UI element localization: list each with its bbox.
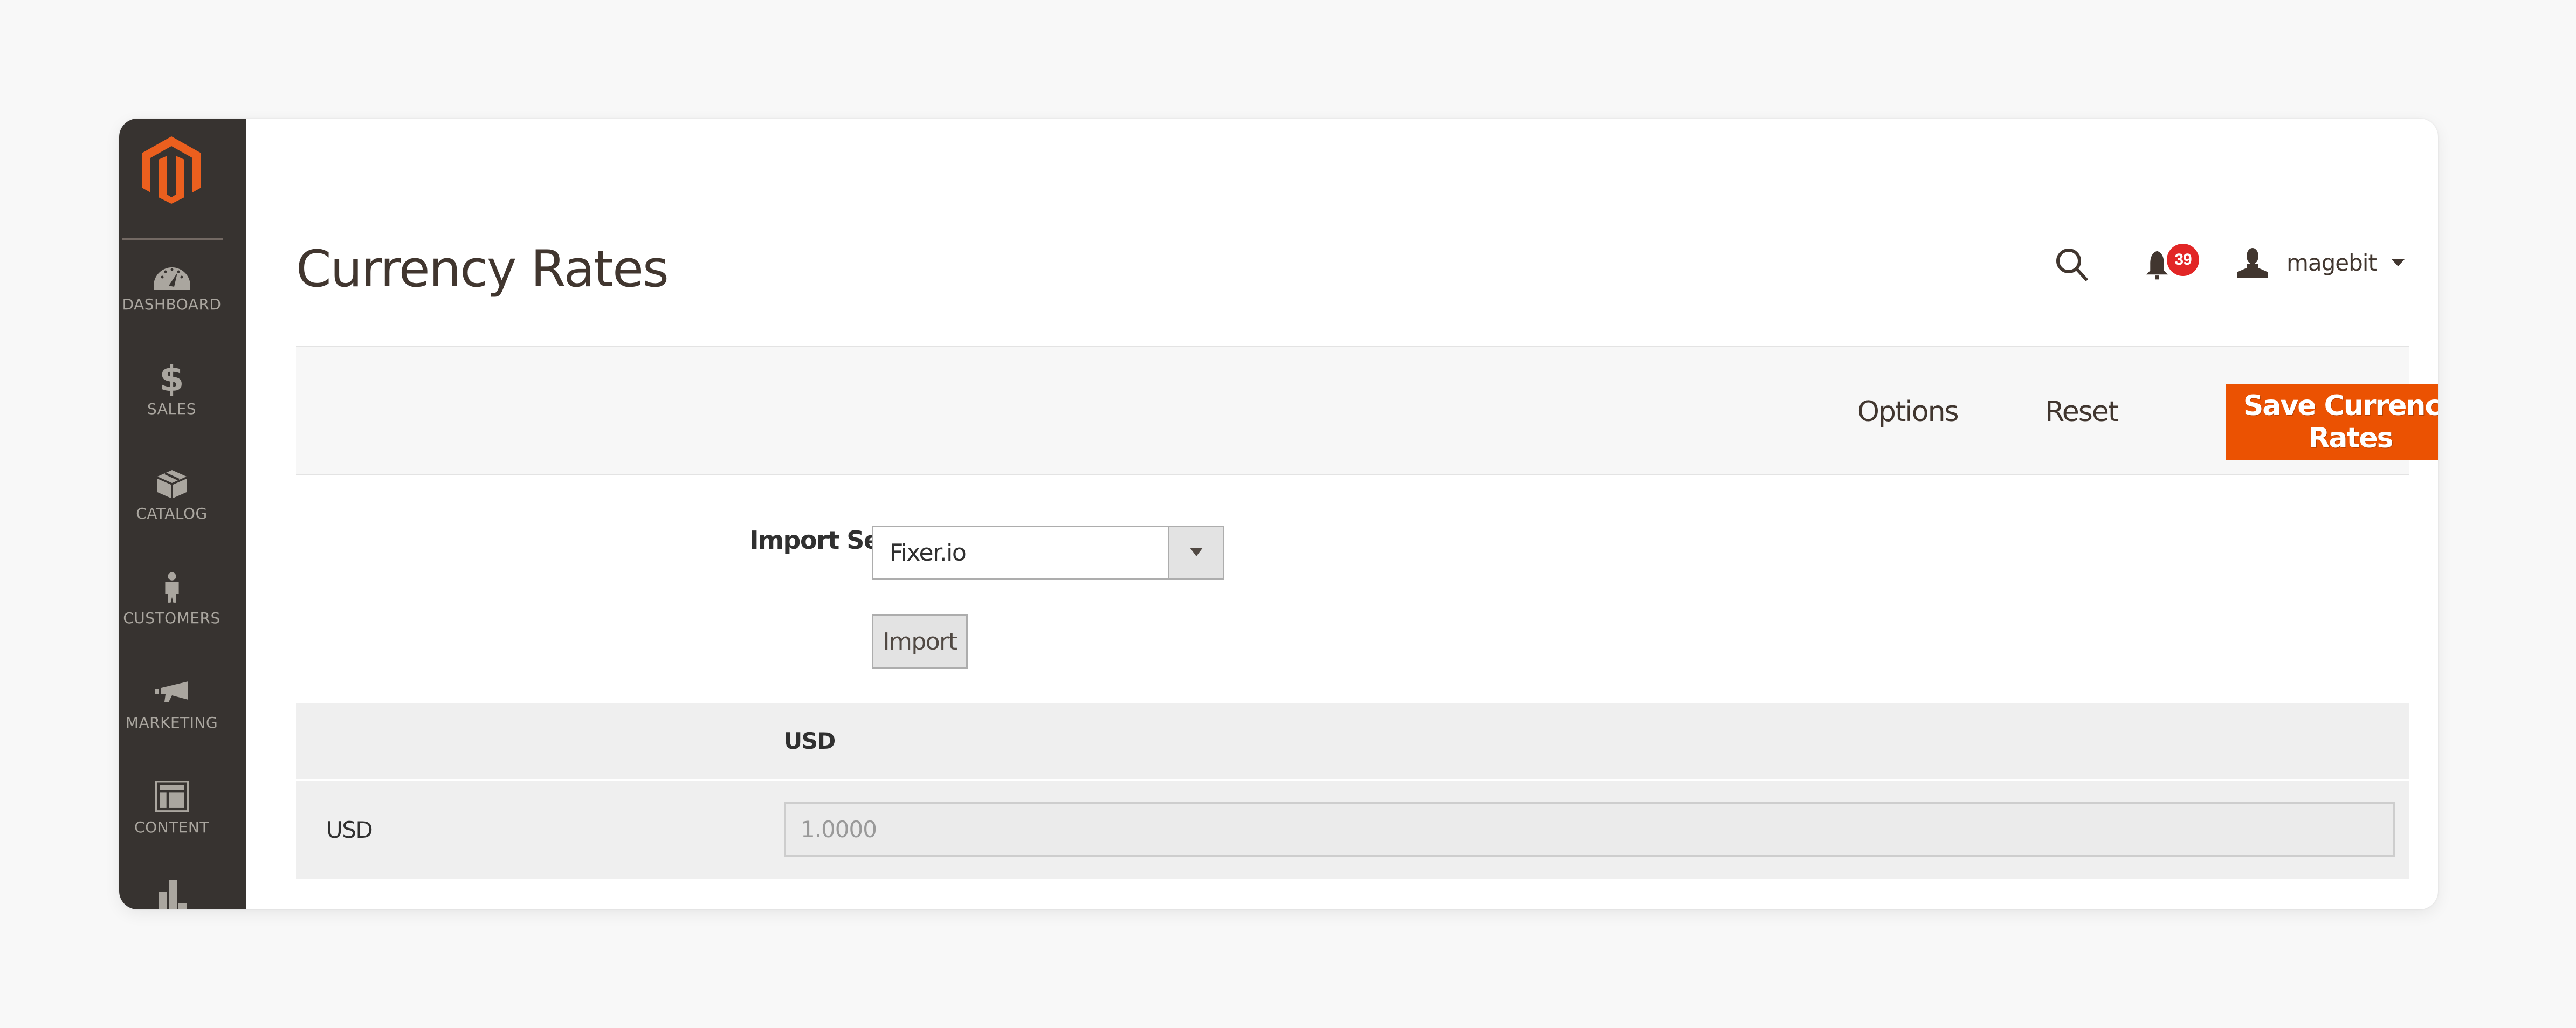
- layout-icon: [155, 781, 189, 812]
- reset-button[interactable]: Reset: [2045, 385, 2119, 439]
- box-icon: [157, 470, 187, 498]
- import-service-selected-value: Fixer.io: [890, 539, 967, 567]
- sidebar-item-catalog[interactable]: CATALOG: [119, 467, 224, 522]
- megaphone-icon: [154, 681, 188, 702]
- user-icon: [2237, 248, 2268, 278]
- currency-rates-table: USD USD: [296, 703, 2409, 879]
- magento-logo-icon[interactable]: [142, 136, 201, 204]
- user-account-menu[interactable]: magebit: [2236, 244, 2405, 281]
- sidebar-divider: [122, 238, 223, 240]
- column-header: USD: [784, 728, 836, 754]
- sidebar-item-label: CATALOG: [136, 505, 208, 522]
- sidebar-item-marketing[interactable]: MARKETING: [119, 676, 224, 732]
- notifications-button[interactable]: 39: [2145, 244, 2199, 282]
- sidebar: DASHBOARD $ SALES CATALOG CUSTOMERS MARK…: [119, 119, 246, 909]
- import-button[interactable]: Import: [872, 614, 968, 669]
- sidebar-item-label: CUSTOMERS: [123, 609, 221, 627]
- sidebar-item-label: DASHBOARD: [122, 295, 222, 313]
- row-currency-label: USD: [326, 817, 373, 843]
- sidebar-item-content[interactable]: CONTENT: [119, 781, 224, 836]
- admin-window: DASHBOARD $ SALES CATALOG CUSTOMERS MARK…: [119, 119, 2438, 909]
- sidebar-item-label: SALES: [147, 400, 196, 418]
- search-icon: [2056, 249, 2089, 282]
- save-currency-rates-button[interactable]: Save Currency Rates: [2226, 384, 2438, 460]
- page-actions-toolbar: Options Reset Save Currency Rates: [296, 346, 2438, 475]
- user-name: magebit: [2286, 249, 2377, 276]
- chevron-down-icon: [2391, 259, 2405, 266]
- global-search-button[interactable]: [2055, 247, 2090, 282]
- sidebar-item-customers[interactable]: CUSTOMERS: [119, 571, 224, 627]
- person-icon: [164, 572, 179, 603]
- bell-icon: [2146, 251, 2168, 280]
- sidebar-item-dashboard[interactable]: DASHBOARD: [119, 258, 224, 313]
- sidebar-item-sales[interactable]: $ SALES: [119, 358, 224, 418]
- options-button[interactable]: Options: [1857, 385, 1959, 439]
- import-service-select[interactable]: Fixer.io: [872, 526, 1224, 580]
- dollar-icon: $: [159, 358, 184, 399]
- table-header-row: USD: [296, 703, 2409, 779]
- dashboard-gauge-icon: [153, 267, 190, 290]
- table-row: USD: [296, 781, 2409, 879]
- sidebar-item-label: CONTENT: [134, 818, 209, 836]
- bar-chart-icon: [159, 880, 187, 909]
- rate-input[interactable]: [784, 802, 2395, 857]
- dropdown-arrow-icon[interactable]: [1168, 527, 1223, 578]
- sidebar-item-reports[interactable]: [119, 879, 224, 909]
- sidebar-item-label: MARKETING: [125, 714, 218, 732]
- page-title: Currency Rates: [296, 240, 669, 299]
- notifications-count-badge: 39: [2167, 244, 2199, 276]
